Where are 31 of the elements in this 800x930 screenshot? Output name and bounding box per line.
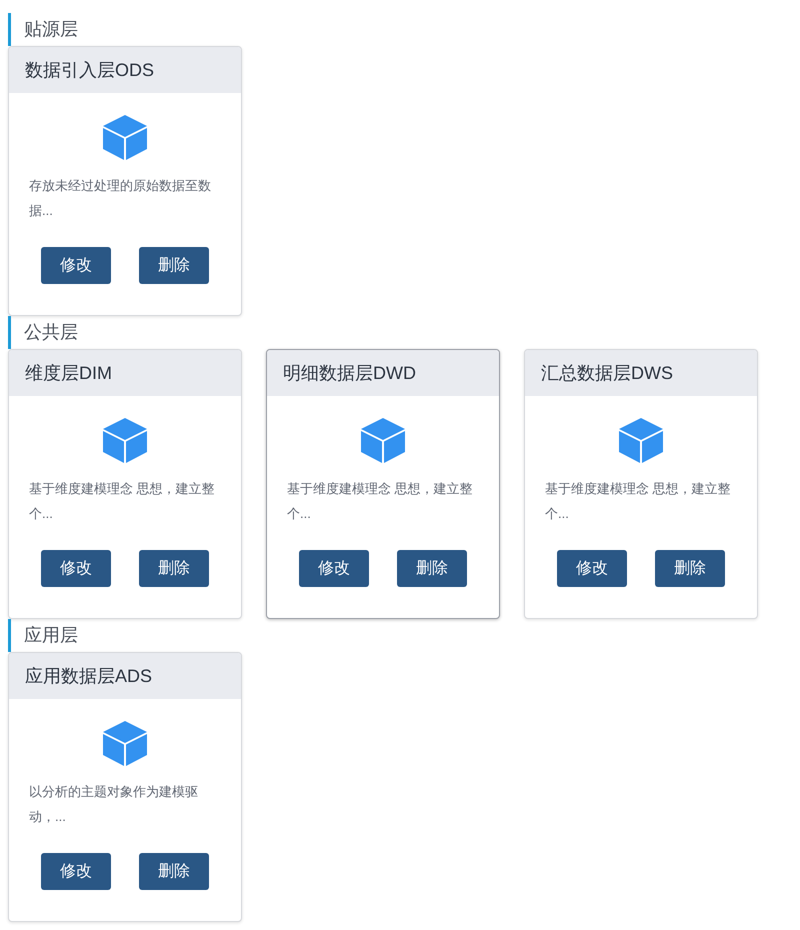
edit-button[interactable]: 修改	[41, 550, 111, 587]
cube-icon	[101, 416, 149, 464]
section-marker	[8, 316, 11, 349]
card-title: 明细数据层DWD	[283, 362, 416, 384]
card-title: 数据引入层ODS	[25, 58, 154, 82]
card-description: 基于维度建模理念 思想，建立整个...	[29, 480, 216, 523]
card-description: 以分析的主题对象作为建模驱动，...	[29, 783, 199, 826]
section-title: 公共层	[24, 321, 78, 344]
delete-button[interactable]: 删除	[655, 550, 725, 587]
card-description: 基于维度建模理念 思想，建立整个...	[545, 480, 732, 523]
delete-button[interactable]: 删除	[139, 550, 209, 587]
cube-icon	[101, 113, 149, 161]
edit-button[interactable]: 修改	[41, 853, 111, 890]
card-description: 基于维度建模理念 思想，建立整个...	[287, 480, 474, 523]
card-title: 维度层DIM	[25, 362, 112, 384]
section-title: 贴源层	[24, 18, 78, 41]
edit-button[interactable]: 修改	[41, 247, 111, 284]
cube-icon	[101, 719, 149, 767]
section-marker	[8, 13, 11, 46]
edit-button[interactable]: 修改	[299, 550, 369, 587]
delete-button[interactable]: 删除	[397, 550, 467, 587]
card-title: 应用数据层ADS	[25, 664, 152, 688]
delete-button[interactable]: 删除	[139, 853, 209, 890]
section-marker	[8, 619, 11, 652]
card-title: 汇总数据层DWS	[541, 362, 673, 384]
section-title: 应用层	[24, 624, 78, 647]
cube-icon	[617, 416, 665, 464]
edit-button[interactable]: 修改	[557, 550, 627, 587]
delete-button[interactable]: 删除	[139, 247, 209, 284]
cube-icon	[359, 416, 407, 464]
card-description: 存放未经过处理的原始数据至数据...	[29, 177, 212, 220]
